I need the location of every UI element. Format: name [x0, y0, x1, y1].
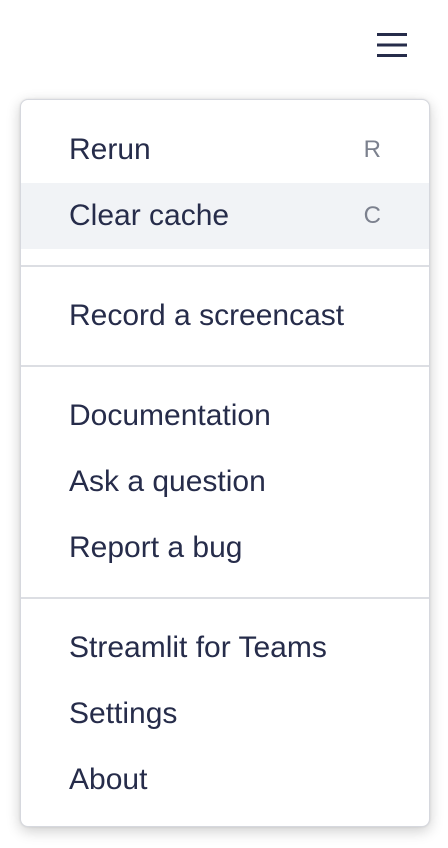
- menu-item-report-bug[interactable]: Report a bug: [21, 515, 429, 581]
- menu-item-ask-question[interactable]: Ask a question: [21, 449, 429, 515]
- keyboard-shortcut: R: [363, 136, 381, 163]
- menu-item-label: Record a screencast: [69, 299, 345, 332]
- menu-item-documentation[interactable]: Documentation: [21, 383, 429, 449]
- menu-divider: [21, 597, 429, 599]
- menu-item-about[interactable]: About: [21, 747, 429, 813]
- menu-item-label: Streamlit for Teams: [69, 631, 327, 664]
- main-menu-dropdown: Rerun R Clear cache C Record a screencas…: [20, 99, 430, 827]
- menu-item-label: Clear cache: [69, 199, 230, 232]
- menu-item-label: About: [69, 763, 148, 796]
- menu-item-record-screencast[interactable]: Record a screencast: [21, 283, 429, 349]
- menu-item-rerun[interactable]: Rerun R: [21, 117, 429, 183]
- menu-divider: [21, 265, 429, 267]
- menu-item-label: Documentation: [69, 399, 271, 432]
- menu-item-label: Ask a question: [69, 465, 266, 498]
- menu-divider: [21, 365, 429, 367]
- menu-item-label: Rerun: [69, 133, 151, 166]
- menu-item-settings[interactable]: Settings: [21, 681, 429, 747]
- menu-item-clear-cache[interactable]: Clear cache C: [21, 183, 429, 249]
- menu-item-label: Settings: [69, 697, 178, 730]
- menu-item-streamlit-for-teams[interactable]: Streamlit for Teams: [21, 615, 429, 681]
- menu-item-label: Report a bug: [69, 531, 243, 564]
- keyboard-shortcut: C: [363, 202, 381, 229]
- hamburger-menu-button[interactable]: [371, 26, 413, 64]
- hamburger-menu-icon: [377, 33, 407, 57]
